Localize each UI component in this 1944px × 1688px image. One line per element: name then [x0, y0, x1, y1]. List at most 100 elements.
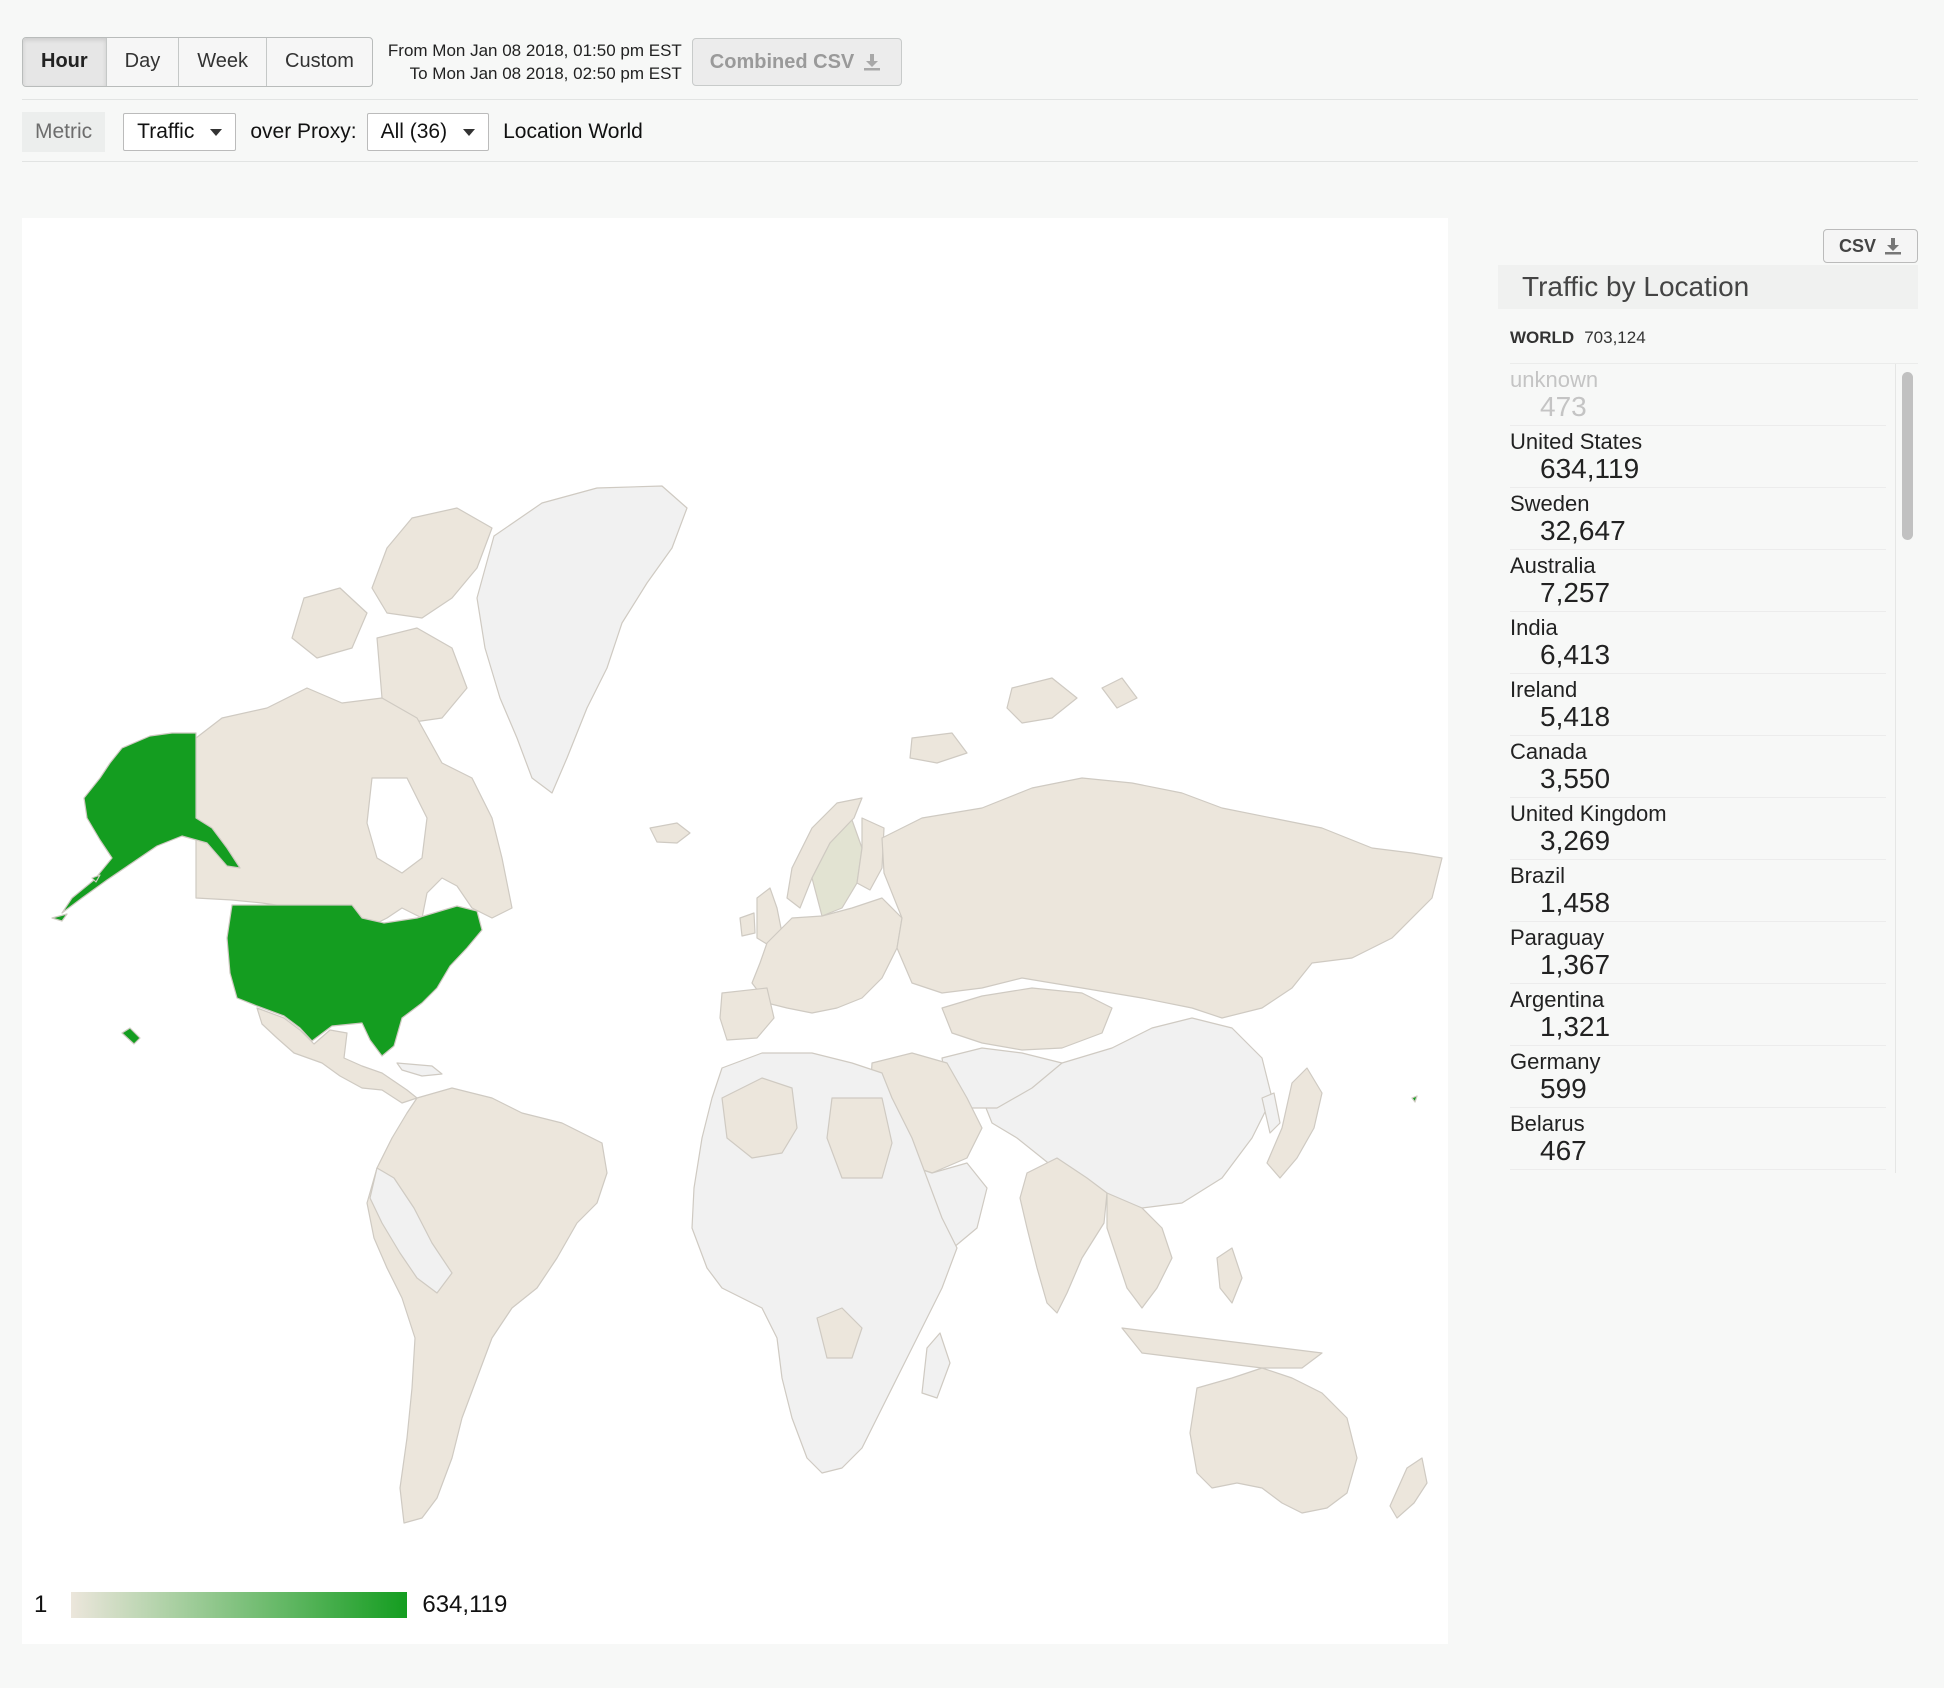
- location-name: United States: [1510, 429, 1643, 454]
- range-to: To Mon Jan 08 2018, 02:50 pm EST: [409, 64, 682, 83]
- location-name: Brazil: [1510, 863, 1566, 888]
- location-name: Sweden: [1510, 491, 1590, 516]
- region-ireland[interactable]: [739, 912, 756, 937]
- tab-custom[interactable]: Custom: [267, 38, 372, 86]
- over-proxy-label: over Proxy:: [250, 120, 357, 143]
- location-value: 473: [1540, 391, 1587, 422]
- location-item[interactable]: Germany 599: [1510, 1046, 1886, 1108]
- region-russia-north-islands[interactable]: [909, 677, 1138, 764]
- location-item[interactable]: Canada 3,550: [1510, 736, 1886, 798]
- location-name: unknown: [1510, 367, 1599, 392]
- divider: [22, 161, 1918, 162]
- world-total: WORLD 703,124: [1510, 328, 1646, 348]
- csv-button-label: CSV: [1838, 235, 1876, 256]
- region-new-zealand[interactable]: [1389, 1457, 1428, 1519]
- region-united-states[interactable]: [226, 904, 483, 1057]
- location-name: Germany: [1510, 1049, 1601, 1074]
- combined-csv-button[interactable]: Combined CSV: [691, 38, 903, 86]
- location-item[interactable]: Paraguay 1,367: [1510, 922, 1886, 984]
- region-finland[interactable]: [856, 817, 885, 891]
- location-name: Australia: [1510, 553, 1596, 578]
- region-canada-islands-2[interactable]: [291, 587, 368, 659]
- region-southeast-asia[interactable]: [1106, 1192, 1173, 1309]
- world-choropleth-map: [51, 485, 1443, 1524]
- world-map-panel: 1 634,119: [22, 218, 1448, 1644]
- region-iberia[interactable]: [719, 987, 775, 1041]
- location-value: 1,321: [1540, 1011, 1611, 1042]
- metric-label: Metric: [22, 112, 106, 152]
- region-caribbean[interactable]: [396, 1062, 443, 1077]
- location-item[interactable]: India 6,413: [1510, 612, 1886, 674]
- proxy-select[interactable]: All (36): [366, 113, 490, 151]
- location-name: Argentina: [1510, 987, 1605, 1012]
- region-indonesia[interactable]: [1121, 1327, 1323, 1369]
- tab-day[interactable]: Day: [107, 38, 180, 86]
- location-item[interactable]: Australia 7,257: [1510, 550, 1886, 612]
- time-range-tabs: Hour Day Week Custom: [22, 37, 373, 87]
- location-value: 634,119: [1540, 453, 1640, 484]
- location-item[interactable]: Belarus 467: [1510, 1108, 1886, 1170]
- world-label: WORLD: [1510, 328, 1575, 347]
- location-value: 5,418: [1540, 701, 1611, 732]
- download-icon: [864, 54, 881, 71]
- location-item[interactable]: Sweden 32,647: [1510, 488, 1886, 550]
- location-value: 1,458: [1540, 887, 1611, 918]
- proxy-select-value: All (36): [380, 120, 448, 143]
- caret-down-icon: [210, 128, 223, 136]
- divider: [22, 99, 1918, 100]
- range-from: From Mon Jan 08 2018, 01:50 pm EST: [387, 41, 682, 60]
- caret-down-icon: [463, 128, 476, 136]
- download-icon: [1885, 238, 1901, 255]
- map-legend: 1 634,119: [34, 1591, 507, 1619]
- legend-min: 1: [34, 1591, 48, 1618]
- location-list[interactable]: unknown 473 United States 634,119 Sweden 32…: [1510, 363, 1918, 1173]
- csv-button[interactable]: CSV: [1823, 229, 1918, 263]
- metric-select[interactable]: Traffic: [123, 113, 237, 151]
- region-greenland[interactable]: [476, 485, 688, 794]
- region-kazakhstan[interactable]: [941, 987, 1113, 1051]
- location-name: Belarus: [1510, 1111, 1585, 1136]
- date-range: From Mon Jan 08 2018, 01:50 pm EST To Mo…: [388, 39, 682, 85]
- location-value: 3,550: [1540, 763, 1611, 794]
- legend-max: 634,119: [422, 1591, 508, 1618]
- filter-bar: Metric Traffic over Proxy: All (36) Loca…: [22, 112, 643, 152]
- region-madagascar[interactable]: [921, 1332, 951, 1399]
- metric-select-value: Traffic: [137, 120, 195, 143]
- location-item[interactable]: United Kingdom 3,269: [1510, 798, 1886, 860]
- location-value: 3,269: [1540, 825, 1611, 856]
- location-value: 1,367: [1540, 949, 1611, 980]
- tab-hour[interactable]: Hour: [23, 38, 107, 86]
- location-label: Location World: [503, 120, 643, 143]
- world-total-value: 703,124: [1584, 328, 1646, 347]
- location-name: Canada: [1510, 739, 1588, 764]
- region-philippines[interactable]: [1216, 1247, 1243, 1304]
- panel-title: Traffic by Location: [1498, 265, 1918, 309]
- location-value: 6,413: [1540, 639, 1611, 670]
- location-value: 7,257: [1540, 577, 1611, 608]
- region-canada-islands[interactable]: [371, 507, 493, 619]
- location-list-scrollbar[interactable]: [1895, 364, 1918, 1173]
- region-australia[interactable]: [1189, 1367, 1358, 1514]
- tab-week[interactable]: Week: [179, 38, 268, 86]
- legend-gradient-bar: [71, 1592, 408, 1618]
- location-item[interactable]: Brazil 1,458: [1510, 860, 1886, 922]
- location-name: India: [1510, 615, 1558, 640]
- region-south-america[interactable]: [366, 1087, 608, 1524]
- location-name: Ireland: [1510, 677, 1578, 702]
- time-range-toolbar: Hour Day Week Custom From Mon Jan 08 201…: [22, 37, 903, 87]
- scrollbar-thumb[interactable]: [1902, 372, 1913, 540]
- region-alaska-islands[interactable]: [51, 874, 141, 1045]
- location-name: United Kingdom: [1510, 801, 1667, 826]
- location-name: Paraguay: [1510, 925, 1605, 950]
- region-pacific-island[interactable]: [1411, 1095, 1418, 1103]
- region-russia[interactable]: [881, 777, 1443, 1019]
- location-value: 599: [1540, 1073, 1587, 1104]
- region-canada[interactable]: [195, 687, 513, 929]
- combined-csv-label: Combined CSV: [709, 51, 855, 73]
- location-item[interactable]: United States 634,119: [1510, 426, 1886, 488]
- region-iceland[interactable]: [649, 822, 691, 844]
- location-item[interactable]: Argentina 1,321: [1510, 984, 1886, 1046]
- location-value: 32,647: [1540, 515, 1626, 546]
- location-item[interactable]: Ireland 5,418: [1510, 674, 1886, 736]
- location-item[interactable]: unknown 473: [1510, 364, 1886, 426]
